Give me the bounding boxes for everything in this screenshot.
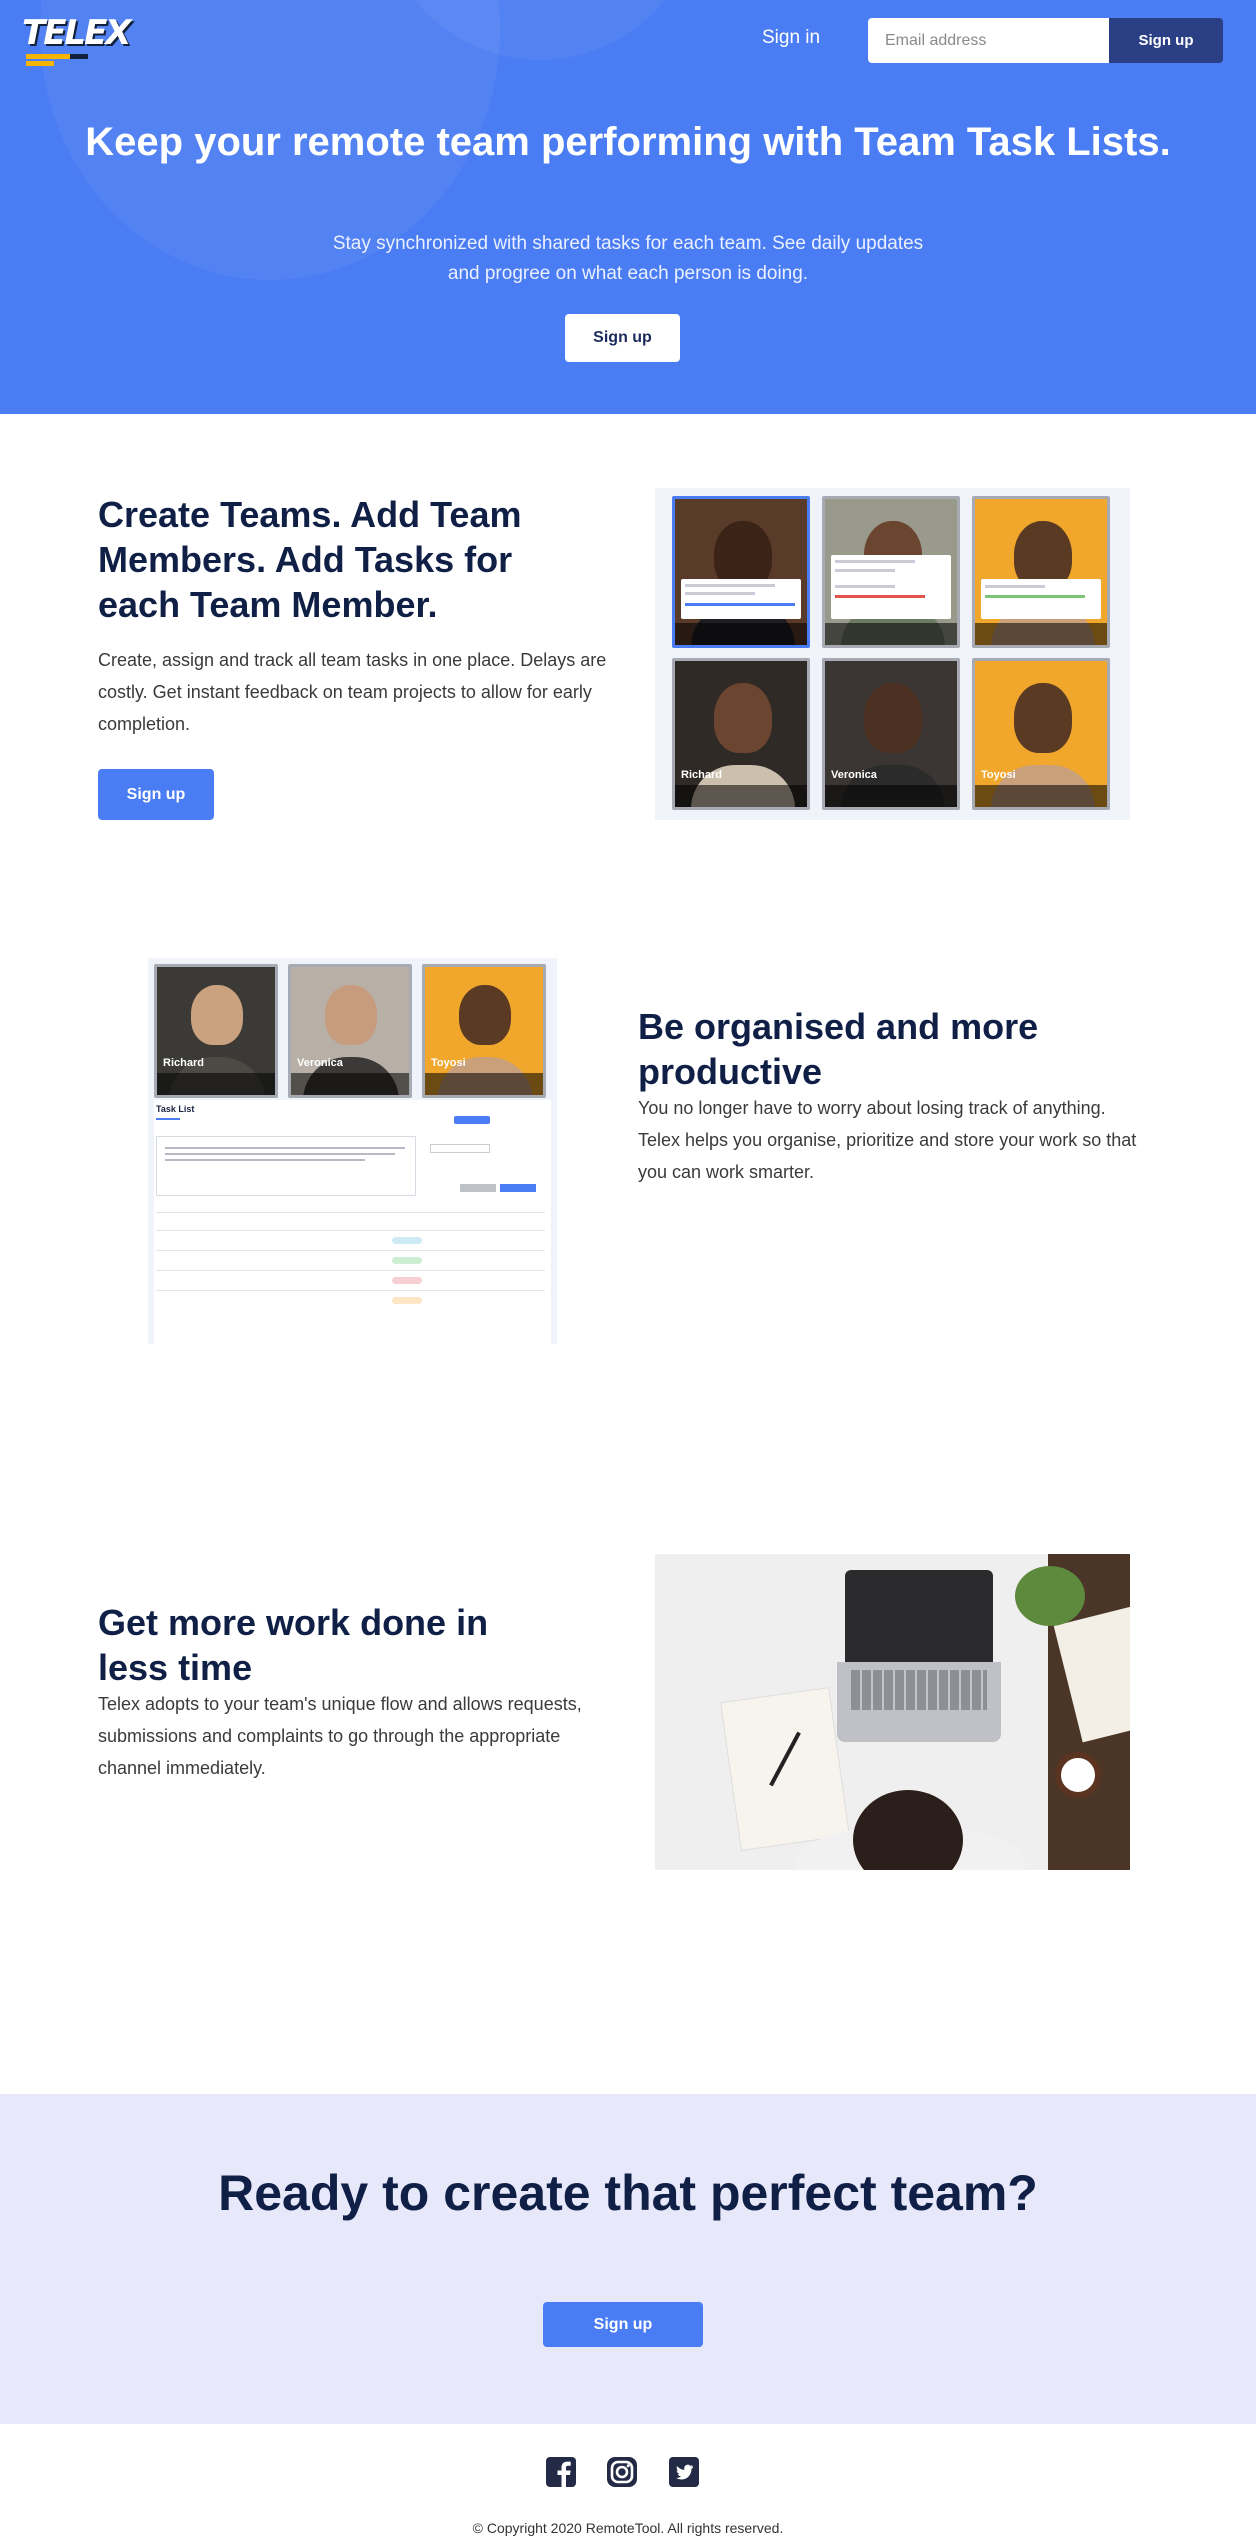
member-tile: Richard — [154, 964, 278, 1098]
footer: © Copyright 2020 RemoteTool. All rights … — [0, 2424, 1256, 2545]
hero-title: Keep your remote team performing with Te… — [85, 120, 1171, 164]
member-tile: Toyosi — [972, 658, 1110, 810]
cta-title: Ready to create that perfect team? — [218, 2165, 1038, 2221]
email-input[interactable] — [868, 18, 1109, 63]
member-tile — [972, 496, 1110, 648]
task-list-panel: Task List — [154, 1100, 551, 1344]
task-list-title: Task List — [156, 1104, 195, 1114]
feature-organised: Richard Veronica Toyosi Task List Be org… — [0, 904, 1256, 1474]
hero-section: TELEX Sign in Sign up Keep your remote t… — [0, 0, 1256, 414]
hero-subtitle: Stay synchronized with shared tasks for … — [332, 233, 924, 284]
feature-title: Be organised and more productive — [638, 1006, 1039, 1092]
team-members-grid-image: Richard Veronica Toyosi — [655, 488, 1130, 820]
feature-title: Get more work done in less time — [98, 1602, 489, 1688]
feature-text: You no longer have to worry about losing… — [638, 1098, 1137, 1182]
member-tile: Veronica — [822, 658, 960, 810]
task-list-screenshot-image: Richard Veronica Toyosi Task List — [148, 958, 557, 1344]
feature-teams: Create Teams. Add Team Members. Add Task… — [0, 414, 1256, 904]
feature-signup-button[interactable]: Sign up — [98, 769, 214, 820]
feature-text: Telex adopts to your team's unique flow … — [98, 1694, 582, 1778]
desk-laptop-photo — [655, 1554, 1130, 1870]
hero-signup-button[interactable]: Sign up — [565, 314, 680, 362]
feature-more-work: Get more work done in less time Telex ad… — [0, 1474, 1256, 2094]
header-signup-button[interactable]: Sign up — [1109, 18, 1223, 63]
sign-in-link[interactable]: Sign in — [762, 27, 820, 49]
member-tile: Veronica — [288, 964, 412, 1098]
feature-title: Create Teams. Add Team Members. Add Task… — [98, 494, 522, 625]
member-tile: Richard — [672, 658, 810, 810]
member-tile: Toyosi — [422, 964, 546, 1098]
logo-text: TELEX — [22, 13, 132, 53]
member-tile — [822, 496, 960, 648]
copyright-text: © Copyright 2020 RemoteTool. All rights … — [472, 2520, 784, 2536]
feature-text: Create, assign and track all team tasks … — [98, 650, 607, 734]
instagram-icon[interactable] — [607, 2457, 637, 2487]
cta-signup-button[interactable]: Sign up — [543, 2302, 703, 2347]
facebook-icon[interactable] — [546, 2457, 576, 2487]
member-tile — [672, 496, 810, 648]
cta-section: Ready to create that perfect team? Sign … — [0, 2094, 1256, 2424]
telex-logo[interactable]: TELEX — [22, 13, 132, 67]
twitter-icon[interactable] — [669, 2457, 699, 2487]
signup-form: Sign up — [868, 18, 1223, 63]
